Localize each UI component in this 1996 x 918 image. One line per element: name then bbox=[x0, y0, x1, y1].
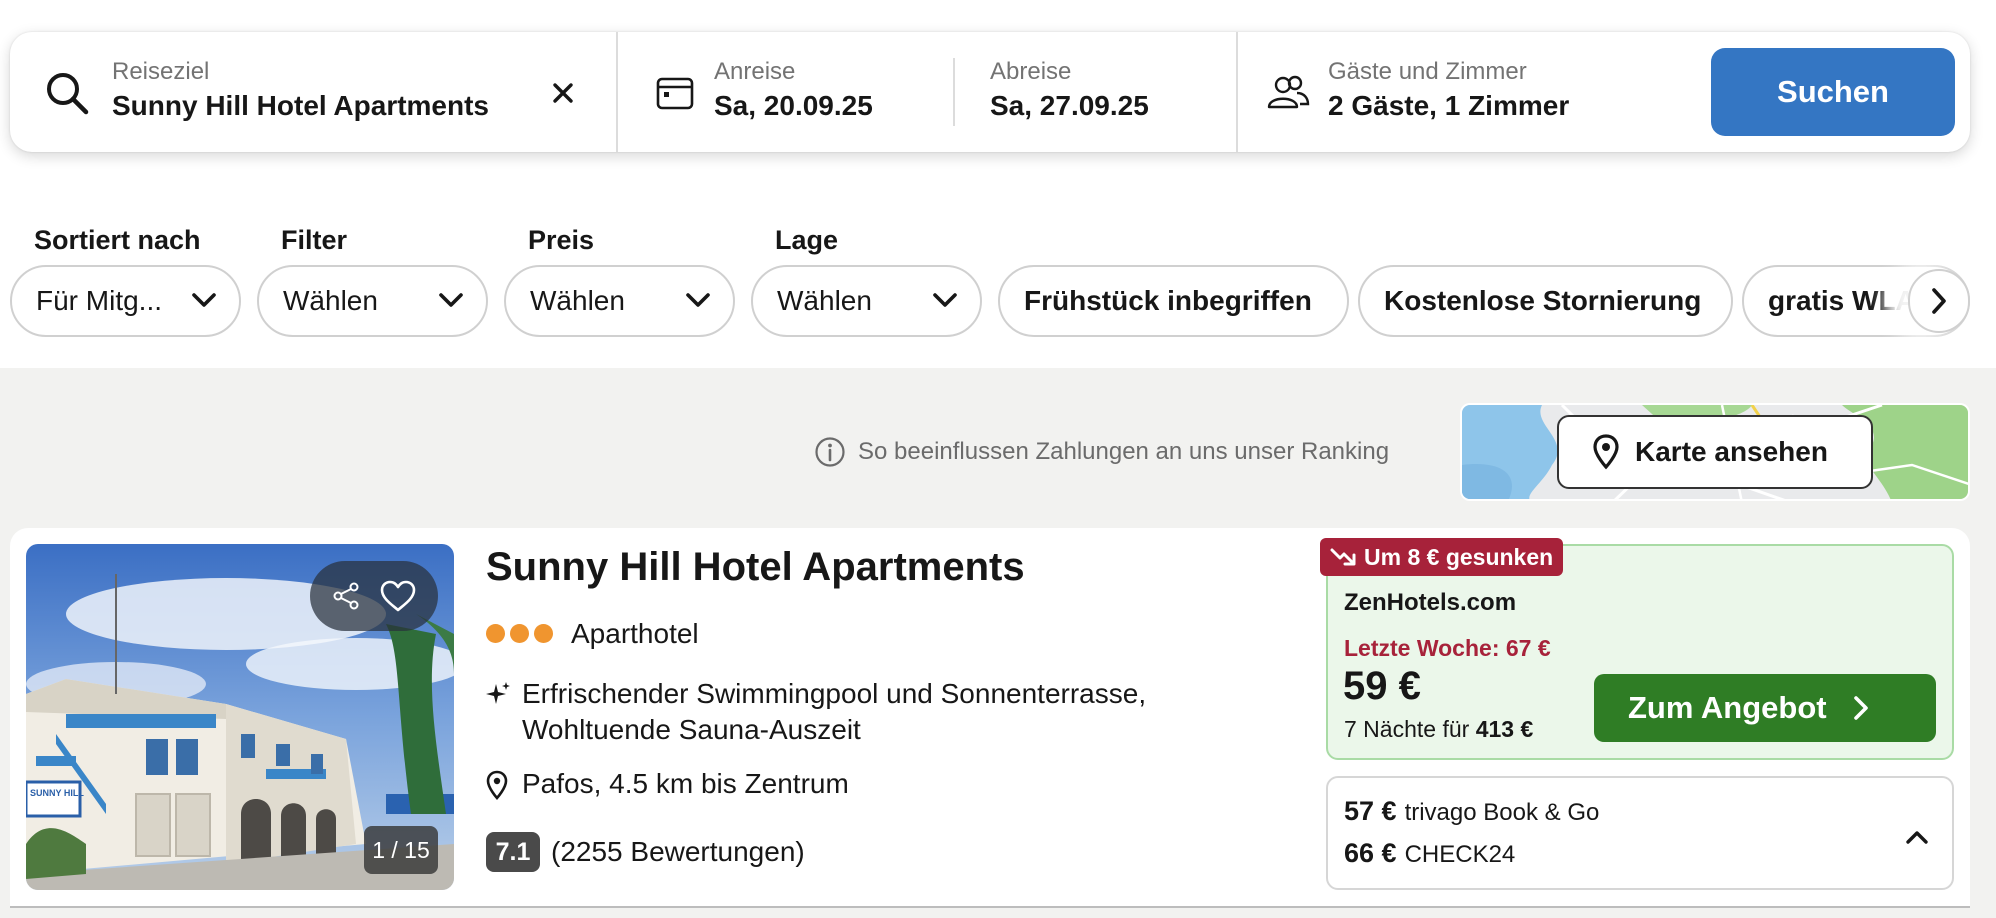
chip-breakfast[interactable]: Frühstück inbegriffen bbox=[998, 265, 1349, 337]
checkin-value: Sa, 20.09.25 bbox=[714, 90, 873, 121]
ranking-notice[interactable]: So beeinflussen Zahlungen an uns unser R… bbox=[814, 436, 1389, 468]
chevron-right-icon bbox=[1853, 696, 1868, 720]
chevron-up-icon bbox=[1906, 831, 1928, 844]
star-dot bbox=[534, 624, 553, 643]
rating-badge: 7.1 bbox=[486, 832, 540, 872]
price-value: Wählen bbox=[530, 285, 625, 316]
collapse-offers-button[interactable] bbox=[1900, 820, 1934, 854]
location-pin-icon bbox=[486, 770, 508, 800]
star-dot bbox=[486, 624, 505, 643]
chevron-down-icon bbox=[686, 293, 710, 307]
photo-actions bbox=[310, 561, 438, 631]
info-icon bbox=[815, 437, 845, 467]
hotel-name[interactable]: Sunny Hill Hotel Apartments bbox=[486, 545, 1025, 590]
sparkle-icon bbox=[486, 682, 510, 704]
sort-value: Für Mitg... bbox=[36, 285, 163, 316]
calendar-icon bbox=[656, 77, 694, 110]
offer-row[interactable]: 66 € CHECK24 bbox=[1344, 838, 1515, 869]
destination-label: Reiseziel bbox=[112, 58, 210, 85]
search-button[interactable]: Suchen bbox=[1711, 48, 1955, 136]
chevron-right-icon bbox=[1932, 288, 1946, 314]
guests-icon bbox=[1267, 75, 1310, 109]
sort-label: Sortiert nach bbox=[34, 225, 201, 255]
star-rating bbox=[486, 624, 553, 643]
star-dot bbox=[510, 624, 529, 643]
offer-provider: trivago Book & Go bbox=[1404, 799, 1600, 826]
checkout-label: Abreise bbox=[990, 58, 1072, 85]
view-map-label: Karte ansehen bbox=[1635, 436, 1828, 467]
search-bar: Reiseziel Sunny Hill Hotel Apartments An… bbox=[10, 32, 1970, 152]
location-value: Wählen bbox=[777, 285, 872, 316]
offer-provider: CHECK24 bbox=[1404, 841, 1516, 868]
heart-icon[interactable] bbox=[379, 579, 417, 613]
destination-field[interactable]: Reiseziel Sunny Hill Hotel Apartments bbox=[10, 32, 616, 152]
scroll-right-button[interactable] bbox=[1908, 269, 1970, 333]
nights-label: 7 Nächte für bbox=[1344, 716, 1470, 742]
chevron-down-icon bbox=[439, 293, 463, 307]
price-dropdown[interactable]: Wählen bbox=[504, 265, 735, 337]
location-label: Lage bbox=[775, 225, 839, 255]
feature-line: Erfrischender Swimmingpool und Sonnenter… bbox=[522, 678, 1147, 709]
trend-down-icon bbox=[1330, 548, 1356, 566]
checkin-label: Anreise bbox=[714, 58, 796, 85]
hotel-location: Pafos, 4.5 km bis Zentrum bbox=[522, 768, 849, 799]
filter-value: Wählen bbox=[283, 285, 378, 316]
checkout-field[interactable]: Abreise Sa, 27.09.25 bbox=[962, 32, 1227, 152]
checkout-value: Sa, 27.09.25 bbox=[990, 90, 1149, 121]
offer-price: 66 € bbox=[1344, 838, 1397, 868]
guests-field[interactable]: Gäste und Zimmer 2 Gäste, 1 Zimmer bbox=[1238, 32, 1698, 152]
price-label: Preis bbox=[528, 225, 595, 255]
total-price: 7 Nächte für 413 € bbox=[1344, 716, 1533, 743]
nights-total: 413 € bbox=[1475, 716, 1534, 742]
price-drop-badge: Um 8 € gesunken bbox=[1320, 538, 1564, 576]
chevron-down-icon bbox=[192, 293, 216, 307]
destination-input[interactable]: Sunny Hill Hotel Apartments bbox=[112, 90, 489, 122]
offer-price: 57 € bbox=[1344, 796, 1397, 826]
chip-free-cancellation[interactable]: Kostenlose Stornierung bbox=[1358, 265, 1733, 337]
filter-label: Filter bbox=[281, 225, 348, 255]
guests-value: 2 Gäste, 1 Zimmer bbox=[1328, 90, 1570, 121]
filter-dropdown[interactable]: Wählen bbox=[257, 265, 488, 337]
deal-provider: ZenHotels.com bbox=[1344, 589, 1517, 616]
share-icon[interactable] bbox=[331, 581, 361, 611]
ranking-notice-text: So beeinflussen Zahlungen an uns unser R… bbox=[858, 438, 1390, 465]
feature-line: Wohltuende Sauna-Auszeit bbox=[522, 714, 861, 745]
search-icon bbox=[47, 73, 89, 115]
last-week-price: Letzte Woche: 67 € bbox=[1344, 635, 1551, 661]
deal-price: 59 € bbox=[1343, 664, 1421, 708]
chevron-down-icon bbox=[933, 293, 957, 307]
feature-highlights: Erfrischender Swimmingpool und Sonnenter… bbox=[522, 676, 1146, 748]
sort-dropdown[interactable]: Für Mitg... bbox=[10, 265, 241, 337]
photo-counter: 1 / 15 bbox=[364, 826, 438, 874]
offer-row[interactable]: 57 € trivago Book & Go bbox=[1344, 796, 1599, 827]
review-count[interactable]: (2255 Bewertungen) bbox=[551, 836, 805, 868]
clear-icon[interactable] bbox=[552, 82, 574, 104]
card-divider bbox=[10, 906, 1970, 908]
guests-label: Gäste und Zimmer bbox=[1328, 58, 1527, 85]
view-map-button[interactable]: Karte ansehen bbox=[1557, 415, 1873, 489]
checkin-field[interactable]: Anreise Sa, 20.09.25 bbox=[618, 32, 962, 152]
map-pin-icon bbox=[1593, 434, 1619, 470]
location-dropdown[interactable]: Wählen bbox=[751, 265, 982, 337]
divider bbox=[953, 58, 955, 126]
hotel-type: Aparthotel bbox=[571, 618, 699, 649]
view-deal-button[interactable]: Zum Angebot bbox=[1594, 674, 1936, 742]
other-offers[interactable] bbox=[1326, 776, 1954, 890]
sign-text: SUNNY HILL bbox=[30, 788, 84, 798]
view-deal-label: Zum Angebot bbox=[1628, 690, 1827, 725]
price-drop-text: Um 8 € gesunken bbox=[1364, 543, 1554, 570]
